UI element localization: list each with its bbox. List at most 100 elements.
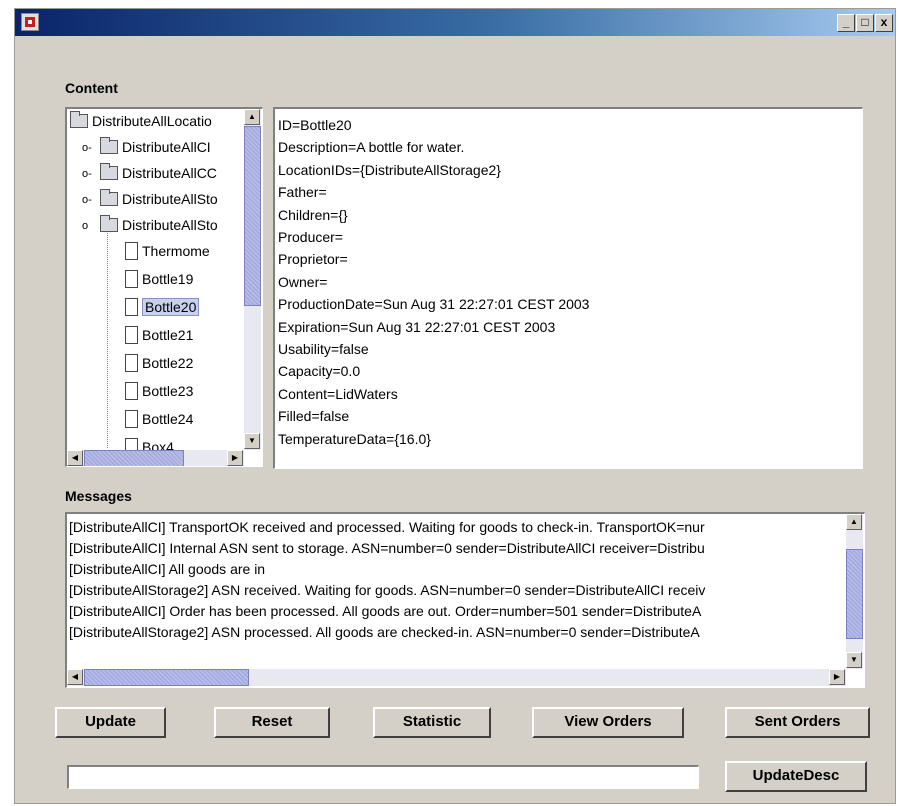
tree-leaf-label: Bottle24 [142, 411, 194, 427]
tree-node[interactable]: o- DistributeAllCC [82, 161, 217, 185]
message-line: [DistributeAllCI] Internal ASN sent to s… [69, 540, 705, 556]
scroll-thumb[interactable] [84, 669, 249, 686]
description-input-value [69, 769, 72, 784]
scroll-right-arrow-icon[interactable]: ▶ [227, 450, 243, 466]
expanded-handle-icon[interactable]: o [82, 214, 100, 238]
collapsed-handle-icon[interactable]: o- [82, 136, 100, 160]
detail-line: Filled=false [278, 408, 350, 425]
tree-node-label: DistributeAllSto [122, 217, 218, 233]
tree-vertical-scrollbar[interactable]: ▲ ▼ [244, 109, 261, 450]
tree-view: DistributeAllLocatio o- DistributeAllCI o… [67, 109, 244, 450]
scroll-down-arrow-icon[interactable]: ▼ [846, 652, 862, 668]
detail-line: Expiration=Sun Aug 31 22:27:01 CEST 2003 [278, 318, 556, 335]
messages-label: Messages [65, 488, 132, 504]
maximize-button[interactable]: □ [856, 14, 874, 32]
tree-node-label: DistributeAllCI [122, 139, 211, 155]
collapsed-handle-icon[interactable]: o- [82, 188, 100, 212]
message-line: [DistributeAllCI] All goods are in [69, 561, 266, 577]
update-button[interactable]: Update [55, 707, 166, 738]
scroll-left-arrow-icon[interactable]: ◀ [67, 669, 83, 685]
detail-line: Capacity=0.0 [278, 363, 361, 380]
tree-leaf-label: Bottle20 [142, 298, 200, 316]
view-orders-button[interactable]: View Orders [532, 707, 684, 738]
tree-node[interactable]: o- DistributeAllSto [82, 187, 218, 211]
messages-list[interactable]: [DistributeAllCI] TransportOK received a… [67, 514, 846, 669]
tree-leaf-label: Thermome [142, 243, 210, 259]
scroll-down-arrow-icon[interactable]: ▼ [244, 433, 260, 449]
title-bar[interactable]: _ □ x [15, 9, 895, 36]
detail-line: Children={} [278, 206, 348, 223]
tree-root[interactable]: DistributeAllLocatio [70, 109, 212, 133]
messages-panel: [DistributeAllCI] TransportOK received a… [65, 512, 865, 688]
messages-vertical-scrollbar[interactable]: ▲ ▼ [846, 514, 863, 669]
detail-line: Producer= [278, 229, 343, 246]
scroll-up-arrow-icon[interactable]: ▲ [846, 514, 862, 530]
statistic-button[interactable]: Statistic [373, 707, 491, 738]
folder-icon [100, 163, 118, 181]
tree-node-label: DistributeAllCC [122, 165, 217, 181]
tree-leaf[interactable]: Bottle22 [125, 351, 193, 375]
message-line: [DistributeAllCI] Order has been process… [69, 603, 702, 619]
tree-node-label: DistributeAllSto [122, 191, 218, 207]
document-icon [125, 438, 138, 450]
document-icon [125, 354, 138, 373]
reset-button[interactable]: Reset [214, 707, 330, 738]
detail-line: Father= [278, 184, 327, 201]
detail-line: ProductionDate=Sun Aug 31 22:27:01 CEST … [278, 296, 590, 313]
document-icon [125, 326, 138, 345]
messages-horizontal-scrollbar[interactable]: ◀ ▶ [67, 669, 846, 686]
collapsed-handle-icon[interactable]: o- [82, 162, 100, 186]
message-line: [DistributeAllCI] TransportOK received a… [69, 519, 705, 535]
document-icon [125, 298, 138, 317]
message-line: [DistributeAllStorage2] ASN received. Wa… [69, 582, 706, 598]
description-input[interactable] [67, 765, 699, 789]
sent-orders-button[interactable]: Sent Orders [725, 707, 870, 738]
detail-line: LocationIDs={DistributeAllStorage2} [278, 161, 501, 178]
scroll-up-arrow-icon[interactable]: ▲ [244, 109, 260, 125]
details-list: ID=Bottle20 Description=A bottle for wate… [278, 114, 862, 450]
tree-leaf[interactable]: Bottle21 [125, 323, 193, 347]
scroll-thumb[interactable] [244, 126, 261, 306]
minimize-button[interactable]: _ [837, 14, 855, 32]
tree-leaf-selected[interactable]: Bottle20 [125, 295, 200, 319]
content-label: Content [65, 80, 118, 96]
tree-leaf-label: Box4 [142, 439, 174, 450]
document-icon [125, 410, 138, 429]
document-icon [125, 382, 138, 401]
tree-leaf[interactable]: Box4 [125, 435, 174, 450]
folder-icon [70, 111, 88, 129]
document-icon [125, 270, 138, 289]
tree-leaf-label: Bottle22 [142, 355, 194, 371]
tree-node[interactable]: o DistributeAllSto [82, 213, 218, 237]
update-desc-button[interactable]: UpdateDesc [725, 761, 867, 792]
app-icon [21, 13, 39, 31]
tree-horizontal-scrollbar[interactable]: ◀ ▶ [67, 450, 244, 466]
detail-line: Usability=false [278, 341, 369, 358]
tree-panel: DistributeAllLocatio o- DistributeAllCI o… [65, 107, 263, 467]
folder-icon [100, 137, 118, 155]
scroll-left-arrow-icon[interactable]: ◀ [67, 450, 83, 466]
tree-leaf[interactable]: Bottle24 [125, 407, 193, 431]
tree-leaf[interactable]: Bottle19 [125, 267, 193, 291]
detail-line: Proprietor= [278, 251, 348, 268]
detail-line: ID=Bottle20 [278, 117, 352, 133]
tree-node[interactable]: o- DistributeAllCI [82, 135, 211, 159]
close-button[interactable]: x [875, 14, 893, 32]
window-controls: _ □ x [837, 14, 893, 32]
app-window: _ □ x Content DistributeAllLocatio o- Dis… [14, 8, 896, 804]
tree-leaf[interactable]: Bottle23 [125, 379, 193, 403]
folder-icon [100, 215, 118, 233]
document-icon [125, 242, 138, 261]
details-panel[interactable]: ID=Bottle20 Description=A bottle for wate… [273, 107, 863, 469]
detail-line: Description=A bottle for water. [278, 139, 465, 156]
folder-icon [100, 189, 118, 207]
tree-connector [107, 233, 108, 448]
scroll-thumb[interactable] [846, 549, 863, 639]
detail-line: Owner= [278, 273, 328, 290]
tree-leaf[interactable]: Thermome [125, 239, 210, 263]
scroll-right-arrow-icon[interactable]: ▶ [829, 669, 845, 685]
detail-line: TemperatureData={16.0} [278, 430, 431, 447]
tree-leaf-label: Bottle21 [142, 327, 194, 343]
detail-line: Content=LidWaters [278, 385, 398, 402]
scroll-thumb[interactable] [84, 450, 184, 466]
